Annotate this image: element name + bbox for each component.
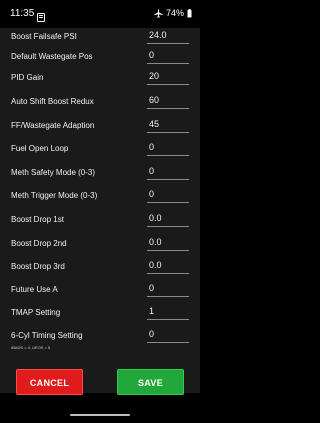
meth-trigger-mode-input[interactable]: 0 bbox=[147, 187, 189, 203]
status-time: 11:35 bbox=[10, 8, 35, 19]
pid-gain-input[interactable]: 20 bbox=[147, 69, 189, 85]
fuel-open-loop-input[interactable]: 0 bbox=[147, 140, 189, 156]
setting-row-boost-drop-2nd: Boost Drop 2nd 0.0 bbox=[0, 235, 200, 258]
setting-row-future-use-a: Future Use A 0 bbox=[0, 281, 200, 304]
setting-label: Boost Drop 3rd bbox=[11, 262, 65, 271]
setting-label: TMAP Setting bbox=[11, 308, 61, 317]
setting-row-pid-gain: PID Gain 20 bbox=[0, 69, 200, 92]
status-right-group: 74% bbox=[154, 8, 192, 18]
boost-drop-3rd-input[interactable]: 0.0 bbox=[147, 258, 189, 274]
navigation-bar bbox=[0, 405, 200, 423]
tmap-setting-input[interactable]: 1 bbox=[147, 304, 189, 320]
setting-label: PID Gain bbox=[11, 73, 44, 82]
setting-label: Meth Safety Mode (0-3) bbox=[11, 168, 96, 177]
setting-label: Boost Failsafe PSI bbox=[11, 32, 77, 41]
ff-wastegate-adaption-input[interactable]: 45 bbox=[147, 117, 189, 133]
setting-label: Auto Shift Boost Redux bbox=[11, 97, 94, 106]
six-cyl-timing-setting-input[interactable]: 0 bbox=[147, 327, 189, 343]
settings-panel: Boost Failsafe PSI 24.0 Default Wastegat… bbox=[0, 28, 200, 393]
setting-label: FF/Wastegate Adaption bbox=[11, 121, 95, 130]
home-gesture-handle[interactable] bbox=[70, 414, 130, 416]
app-notification-icon bbox=[37, 9, 45, 22]
setting-label: Boost Drop 1st bbox=[11, 215, 64, 224]
boost-drop-1st-input[interactable]: 0.0 bbox=[147, 211, 189, 227]
setting-row-tmap: TMAP Setting 1 bbox=[0, 304, 200, 327]
battery-percent: 74% bbox=[165, 8, 184, 18]
save-button[interactable]: SAVE bbox=[117, 369, 184, 395]
setting-label: Default Wastegate Pos bbox=[11, 52, 93, 61]
setting-label: Meth Trigger Mode (0-3) bbox=[11, 191, 98, 200]
battery-icon bbox=[187, 8, 192, 18]
setting-row-boost-drop-1st: Boost Drop 1st 0.0 bbox=[0, 211, 200, 234]
meth-safety-mode-input[interactable]: 0 bbox=[147, 164, 189, 180]
setting-row-auto-shift-boost: Auto Shift Boost Redux 60 bbox=[0, 93, 200, 116]
setting-label: Future Use A bbox=[11, 285, 58, 294]
setting-label: Boost Drop 2nd bbox=[11, 239, 67, 248]
cancel-button[interactable]: CANCEL bbox=[16, 369, 83, 395]
boost-drop-2nd-input[interactable]: 0.0 bbox=[147, 235, 189, 251]
setting-label: Fuel Open Loop bbox=[11, 144, 69, 153]
auto-shift-boost-redux-input[interactable]: 60 bbox=[147, 93, 189, 109]
status-bar: 11:35 74% bbox=[0, 0, 200, 28]
footnote: IBADS = 4, UEOS = 5 bbox=[11, 345, 51, 350]
airplane-mode-icon bbox=[154, 8, 163, 18]
boost-failsafe-psi-input[interactable]: 24.0 bbox=[147, 28, 189, 44]
future-use-a-input[interactable]: 0 bbox=[147, 281, 189, 297]
setting-row-boost-drop-3rd: Boost Drop 3rd 0.0 bbox=[0, 258, 200, 281]
default-wastegate-pos-input[interactable]: 0 bbox=[147, 48, 189, 64]
setting-row-meth-safety: Meth Safety Mode (0-3) 0 bbox=[0, 164, 200, 187]
setting-row-fuel-open-loop: Fuel Open Loop 0 bbox=[0, 140, 200, 163]
setting-label: 6-Cyl Timing Setting bbox=[11, 331, 83, 340]
setting-row-default-wastegate: Default Wastegate Pos 0 bbox=[0, 48, 200, 71]
setting-row-ff-wastegate: FF/Wastegate Adaption 45 bbox=[0, 117, 200, 140]
setting-row-meth-trigger: Meth Trigger Mode (0-3) 0 bbox=[0, 187, 200, 210]
